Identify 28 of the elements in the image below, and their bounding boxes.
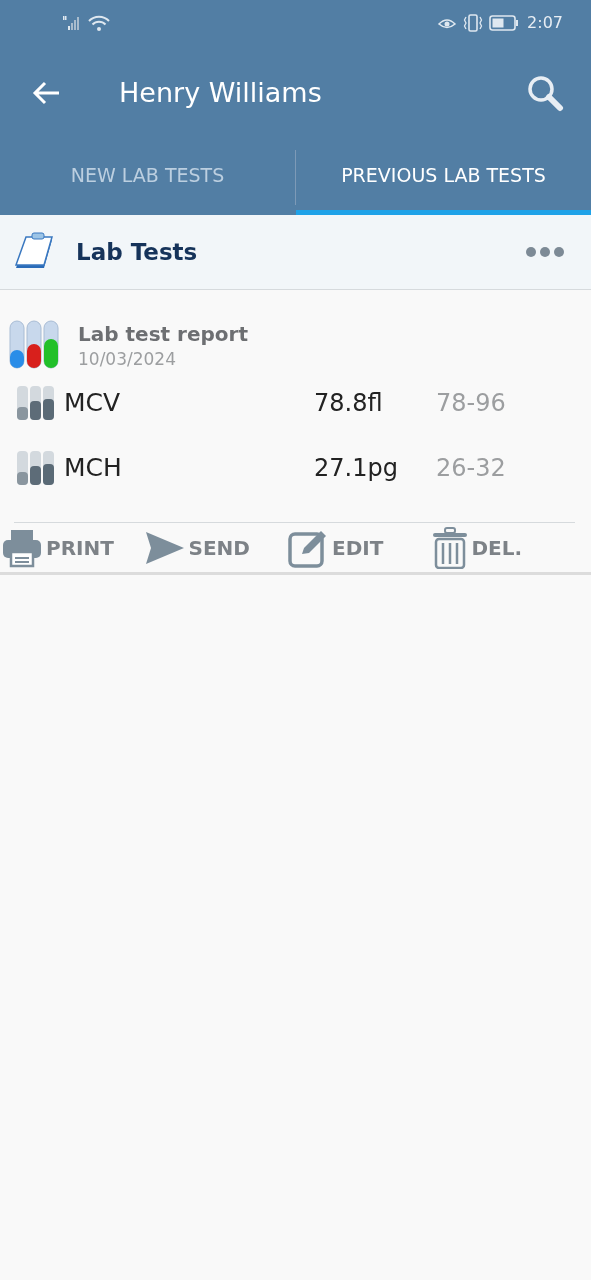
- test-name: MCH: [64, 453, 123, 482]
- edit-button[interactable]: EDIT: [288, 528, 432, 568]
- send-icon: [144, 530, 185, 566]
- delete-button[interactable]: DEL.: [431, 527, 575, 569]
- vibrate-icon: [463, 13, 484, 32]
- patient-name: Henry Williams: [119, 77, 322, 108]
- test-tubes-icon: [8, 320, 62, 370]
- tab[interactable]: NEW LAB TESTS: [0, 140, 295, 215]
- wifi-icon: [88, 14, 110, 31]
- report-title: Lab test report: [78, 321, 248, 346]
- edit-icon: [288, 528, 328, 568]
- print-button[interactable]: PRINT: [2, 528, 145, 568]
- trash-icon: [431, 527, 468, 569]
- test-tubes-icon: [16, 384, 56, 421]
- test-name: MCV: [64, 388, 122, 417]
- battery-icon: [489, 14, 520, 31]
- test-value: 78.8fl: [314, 388, 384, 417]
- test-tubes-icon: [16, 449, 56, 486]
- signal-icon: [62, 15, 82, 30]
- section-title: Lab Tests: [76, 239, 198, 265]
- reference-range: 26-32: [436, 453, 506, 482]
- report-date: 10/03/2024: [78, 348, 177, 369]
- clock-time: 2:07: [527, 13, 563, 32]
- search-button[interactable]: [526, 73, 564, 112]
- reference-range: 78-96: [436, 388, 506, 417]
- send-button[interactable]: SEND: [144, 530, 288, 566]
- test-value: 27.1pg: [314, 453, 399, 482]
- back-button[interactable]: [31, 79, 61, 106]
